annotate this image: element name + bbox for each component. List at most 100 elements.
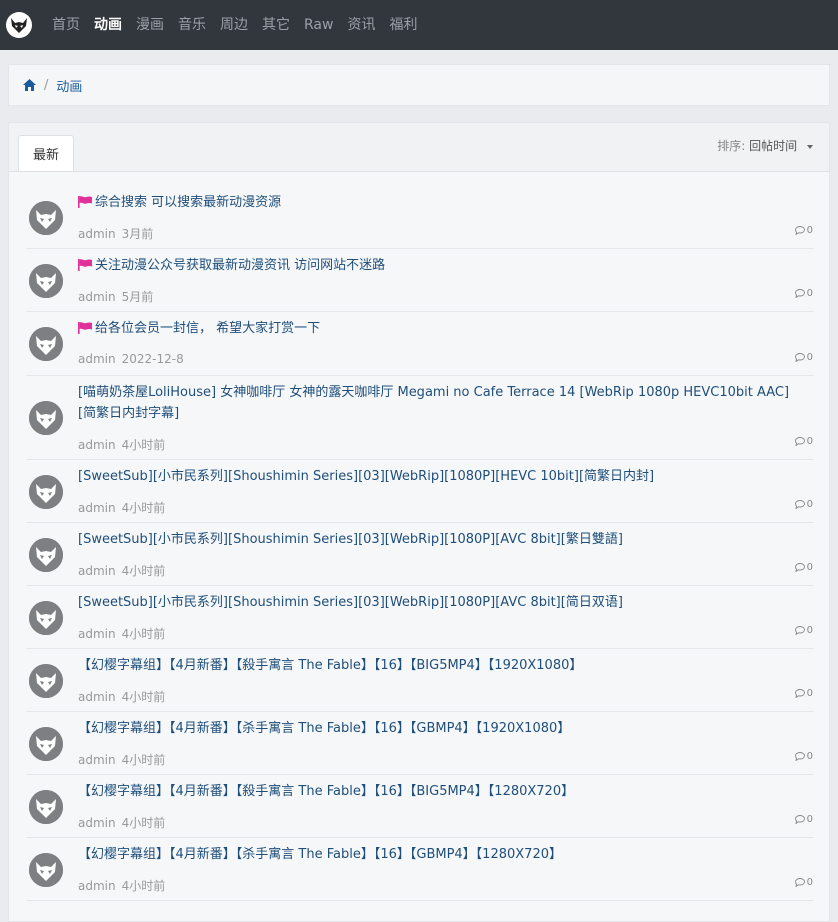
nav-item[interactable]: 其它 [262, 0, 290, 50]
author-link[interactable]: admin [78, 690, 116, 704]
thread-title-text: 关注动漫公众号获取最新动漫资讯 访问网站不迷路 [95, 258, 386, 273]
flag-icon [78, 257, 92, 278]
thread-title-text: [SweetSub][小市民系列][Shoushimin Series][03]… [78, 532, 623, 547]
comment-bubble-icon [794, 752, 807, 761]
top-navbar: 首页 动画 漫画 音乐 周边 其它 Raw 资讯 福利 [0, 0, 838, 50]
user-avatar[interactable] [29, 201, 63, 235]
thread-row: [喵萌奶茶屋LoliHouse] 女神咖啡厅 女神的露天咖啡厅 Megami n… [27, 376, 813, 460]
reply-count: 0 [794, 877, 813, 888]
reply-count-value: 0 [806, 562, 813, 573]
post-time: 4小时前 [121, 816, 166, 830]
nav-item[interactable]: 资讯 [347, 0, 375, 50]
thread-title-link[interactable]: 关注动漫公众号获取最新动漫资讯 访问网站不迷路 [78, 255, 803, 278]
comment-bubble-icon [794, 563, 807, 572]
reply-count: 0 [794, 288, 813, 299]
thread-meta: admin 4小时前 [78, 688, 165, 705]
thread-row: 关注动漫公众号获取最新动漫资讯 访问网站不迷路 admin 5月前 0 [27, 249, 813, 312]
post-time: 4小时前 [121, 690, 166, 704]
author-link[interactable]: admin [78, 290, 116, 304]
comment-bubble-icon [794, 437, 807, 446]
nav-item[interactable]: 周边 [220, 0, 248, 50]
reply-count: 0 [794, 436, 813, 447]
nav-item[interactable]: Raw [304, 0, 333, 50]
thread-row: 综合搜索 可以搜索最新动漫资源 admin 3月前 0 [27, 186, 813, 249]
comment-bubble-icon [794, 815, 807, 824]
flag-icon [78, 194, 92, 215]
thread-title-text: 给各位会员一封信， 希望大家打赏一下 [95, 321, 321, 336]
thread-meta: admin 4小时前 [78, 814, 165, 831]
user-avatar[interactable] [29, 327, 63, 361]
panel-header: 最新 排序: 回帖时间 [9, 123, 829, 172]
nav-item[interactable]: 首页 [52, 0, 80, 50]
thread-meta: admin 4小时前 [78, 877, 165, 894]
user-avatar[interactable] [29, 264, 63, 298]
author-link[interactable]: admin [78, 879, 116, 893]
user-avatar[interactable] [29, 853, 63, 887]
post-time: 4小时前 [121, 879, 166, 893]
nav-item[interactable]: 音乐 [178, 0, 206, 50]
thread-row: 【幻樱字幕组】【4月新番】【杀手寓言 The Fable】【16】【GBMP4】… [27, 838, 813, 901]
post-time: 4小时前 [121, 564, 166, 578]
thread-title-link[interactable]: [SweetSub][小市民系列][Shoushimin Series][03]… [78, 466, 803, 487]
thread-title-text: 综合搜索 可以搜索最新动漫资源 [95, 195, 282, 210]
nav-item[interactable]: 动画 [94, 0, 122, 50]
thread-title-link[interactable]: [喵萌奶茶屋LoliHouse] 女神咖啡厅 女神的露天咖啡厅 Megami n… [78, 382, 803, 424]
user-avatar[interactable] [29, 401, 63, 435]
thread-row: [SweetSub][小市民系列][Shoushimin Series][03]… [27, 586, 813, 649]
sort-dropdown[interactable]: 排序: 回帖时间 [717, 137, 813, 154]
author-link[interactable]: admin [78, 501, 116, 515]
sort-value: 回帖时间 [749, 139, 798, 153]
user-avatar[interactable] [29, 475, 63, 509]
thread-title-link[interactable]: 综合搜索 可以搜索最新动漫资源 [78, 192, 803, 215]
reply-count-value: 0 [806, 814, 813, 825]
reply-count: 0 [794, 625, 813, 636]
tab-latest[interactable]: 最新 [18, 135, 75, 171]
breadcrumb-current[interactable]: 动画 [56, 76, 82, 95]
thread-title-link[interactable]: [SweetSub][小市民系列][Shoushimin Series][03]… [78, 529, 803, 550]
home-icon[interactable] [23, 79, 36, 91]
reply-count-value: 0 [806, 436, 813, 447]
author-link[interactable]: admin [78, 816, 116, 830]
thread-title-link[interactable]: 【幻樱字幕组】【4月新番】【殺手寓言 The Fable】【16】【BIG5MP… [78, 781, 803, 802]
user-avatar[interactable] [29, 664, 63, 698]
author-link[interactable]: admin [78, 627, 116, 641]
author-link[interactable]: admin [78, 438, 116, 452]
thread-meta: admin 4小时前 [78, 436, 165, 453]
thread-title-link[interactable]: 给各位会员一封信， 希望大家打赏一下 [78, 318, 803, 341]
comment-bubble-icon [794, 626, 807, 635]
thread-row: [SweetSub][小市民系列][Shoushimin Series][03]… [27, 523, 813, 586]
post-time: 2022-12-8 [121, 352, 184, 366]
breadcrumb: / 动画 [8, 64, 830, 106]
reply-count-value: 0 [806, 688, 813, 699]
thread-title-text: 【幻樱字幕组】【4月新番】【殺手寓言 The Fable】【16】【BIG5MP… [78, 784, 575, 799]
author-link[interactable]: admin [78, 564, 116, 578]
reply-count-value: 0 [806, 288, 813, 299]
post-time: 4小时前 [121, 501, 166, 515]
thread-title-link[interactable]: 【幻樱字幕组】【4月新番】【杀手寓言 The Fable】【16】【GBMP4】… [78, 718, 803, 739]
comment-bubble-icon [794, 878, 807, 887]
thread-title-link[interactable]: [SweetSub][小市民系列][Shoushimin Series][03]… [78, 592, 803, 613]
post-time: 4小时前 [121, 753, 166, 767]
author-link[interactable]: admin [78, 753, 116, 767]
user-avatar[interactable] [29, 727, 63, 761]
nav-item[interactable]: 福利 [389, 0, 417, 50]
author-link[interactable]: admin [78, 352, 116, 366]
site-logo-icon[interactable] [6, 12, 32, 38]
thread-row: 【幻樱字幕组】【4月新番】【殺手寓言 The Fable】【16】【BIG5MP… [27, 649, 813, 712]
thread-row: 【幻樱字幕组】【4月新番】【杀手寓言 The Fable】【16】【GBMP4】… [27, 712, 813, 775]
comment-bubble-icon [794, 353, 807, 362]
comment-bubble-icon [794, 226, 807, 235]
reply-count: 0 [794, 225, 813, 236]
thread-title-link[interactable]: 【幻樱字幕组】【4月新番】【殺手寓言 The Fable】【16】【BIG5MP… [78, 655, 803, 676]
thread-list: 综合搜索 可以搜索最新动漫资源 admin 3月前 0 关注动漫公众号获取最新动漫资讯 … [27, 186, 813, 901]
author-link[interactable]: admin [78, 227, 116, 241]
thread-title-link[interactable]: 【幻樱字幕组】【4月新番】【杀手寓言 The Fable】【16】【GBMP4】… [78, 844, 803, 865]
thread-meta: admin 4小时前 [78, 625, 165, 642]
reply-count-value: 0 [806, 499, 813, 510]
user-avatar[interactable] [29, 601, 63, 635]
post-time: 3月前 [121, 227, 154, 241]
reply-count: 0 [794, 562, 813, 573]
nav-item[interactable]: 漫画 [136, 0, 164, 50]
user-avatar[interactable] [29, 790, 63, 824]
user-avatar[interactable] [29, 538, 63, 572]
